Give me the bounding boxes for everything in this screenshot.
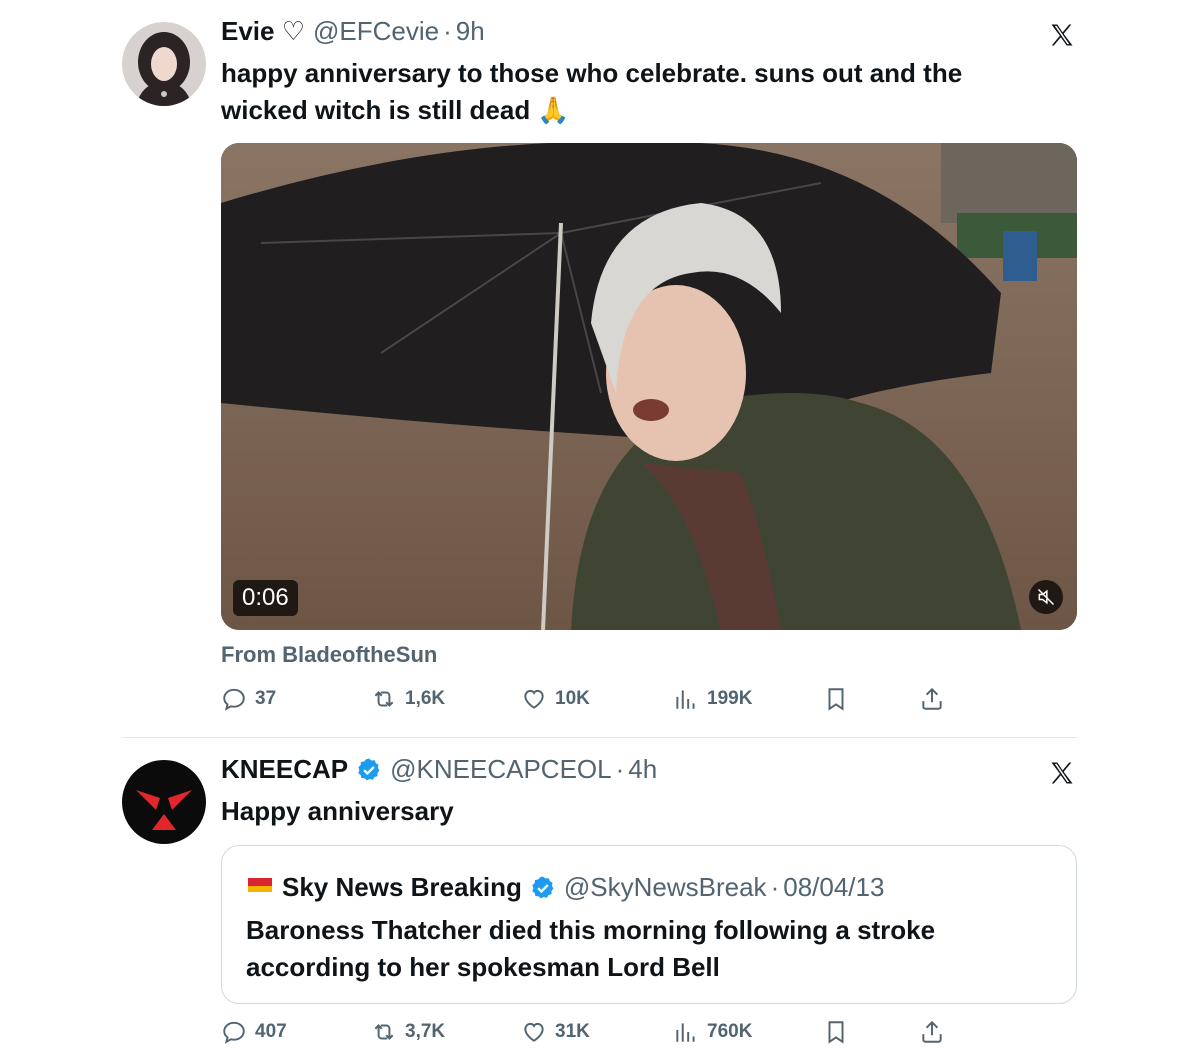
- mute-icon[interactable]: [1029, 580, 1063, 614]
- like-button[interactable]: 31K: [521, 1019, 590, 1045]
- user-handle[interactable]: @KNEECAPCEOL: [390, 754, 611, 785]
- user-handle[interactable]: @EFCevie: [313, 16, 439, 47]
- like-count: 31K: [555, 1021, 590, 1042]
- reply-button[interactable]: 407: [221, 1019, 287, 1045]
- avatar[interactable]: [122, 22, 206, 106]
- display-name[interactable]: KNEECAP: [221, 754, 348, 785]
- view-count: 199K: [707, 688, 753, 709]
- repost-icon: [374, 691, 394, 707]
- tweet-actions: 407 3,7K 31K 760K: [221, 1019, 981, 1049]
- share-icon: [922, 687, 942, 710]
- like-count: 10K: [555, 688, 590, 709]
- reply-count: 407: [255, 1021, 287, 1042]
- quote-date[interactable]: 08/04/13: [783, 872, 884, 903]
- views-icon: [676, 1023, 695, 1042]
- reply-count: 37: [255, 688, 277, 709]
- view-count: 760K: [707, 1021, 753, 1042]
- views-icon: [676, 690, 695, 709]
- bookmark-button[interactable]: [823, 686, 849, 712]
- verified-icon: [358, 758, 380, 780]
- avatar[interactable]: [122, 760, 206, 844]
- repost-icon: [374, 1024, 394, 1040]
- share-button[interactable]: [919, 1019, 945, 1045]
- video-source[interactable]: From BladeoftheSun: [221, 642, 437, 668]
- tweet-header: KNEECAP @KNEECAPCEOL · 4h: [221, 754, 657, 785]
- tweet-evie[interactable]: Evie ♡ @EFCevie · 9h happy anniversary t…: [0, 0, 1200, 737]
- tweet-header: Evie ♡ @EFCevie · 9h: [221, 16, 485, 47]
- repost-count: 1,6K: [405, 688, 446, 709]
- separator: ·: [770, 872, 780, 902]
- display-name[interactable]: Evie ♡: [221, 16, 305, 47]
- share-icon: [922, 1020, 942, 1043]
- video-player[interactable]: 0:06: [221, 143, 1077, 630]
- x-logo-icon: [1048, 21, 1076, 49]
- like-button[interactable]: 10K: [521, 686, 590, 712]
- quoted-tweet[interactable]: Sky News Breaking @SkyNewsBreak · 08/04/…: [221, 845, 1077, 1004]
- reply-icon: [223, 688, 245, 711]
- repost-button[interactable]: 3,7K: [371, 1019, 445, 1045]
- tweet-actions: 37 1,6K 10K 199K: [221, 686, 981, 716]
- sky-news-logo: [246, 870, 274, 905]
- reply-icon: [223, 1021, 245, 1044]
- like-icon: [524, 689, 544, 709]
- repost-count: 3,7K: [405, 1021, 446, 1042]
- separator: ·: [615, 754, 625, 784]
- tweet-text: Happy anniversary: [221, 796, 454, 826]
- tweet-text: happy anniversary to those who celebrate…: [221, 58, 963, 125]
- views-button[interactable]: 199K: [673, 686, 752, 712]
- separator: ·: [443, 16, 452, 46]
- like-icon: [524, 1022, 544, 1042]
- video-timer: 0:06: [233, 580, 298, 616]
- views-button[interactable]: 760K: [673, 1019, 752, 1045]
- quote-text: Baroness Thatcher died this morning foll…: [246, 915, 936, 982]
- quote-header: Sky News Breaking @SkyNewsBreak · 08/04/…: [246, 870, 884, 905]
- bookmark-icon: [828, 1021, 844, 1044]
- timestamp[interactable]: 9h: [456, 16, 485, 47]
- timestamp[interactable]: 4h: [628, 754, 657, 785]
- share-button[interactable]: [919, 686, 945, 712]
- reply-button[interactable]: 37: [221, 686, 276, 712]
- x-logo-icon: [1048, 759, 1076, 787]
- quote-handle[interactable]: @SkyNewsBreak: [564, 872, 767, 903]
- repost-button[interactable]: 1,6K: [371, 686, 445, 712]
- quote-display-name[interactable]: Sky News Breaking: [282, 872, 522, 903]
- video-frame: [221, 143, 1077, 630]
- verified-icon: [532, 876, 554, 898]
- bookmark-icon: [828, 688, 844, 711]
- bookmark-button[interactable]: [823, 1019, 849, 1045]
